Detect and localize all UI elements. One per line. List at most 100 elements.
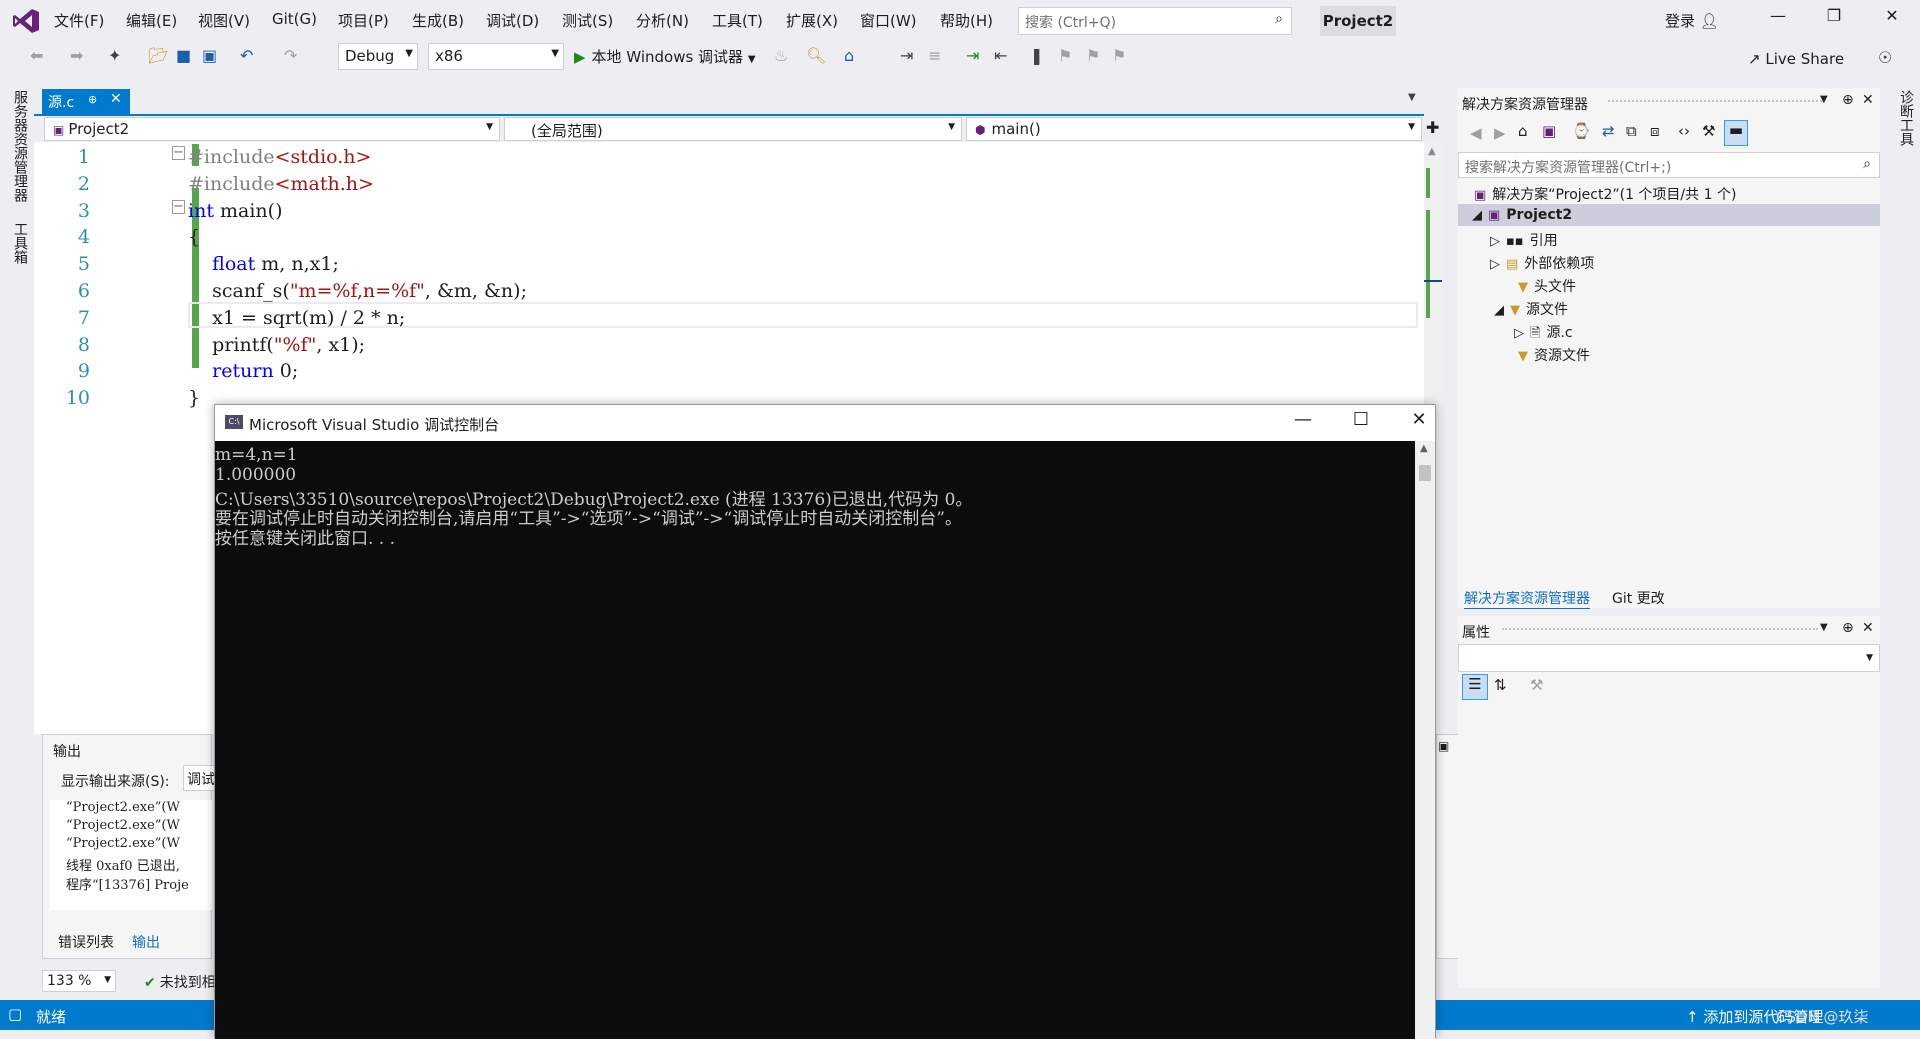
tab-output[interactable]: 输出: [132, 932, 160, 952]
open-folder-icon[interactable]: 📂︎: [148, 46, 168, 65]
home-icon[interactable]: ⌂: [844, 46, 854, 65]
tree-item-source-c[interactable]: ▷ 🗎︎ 源.c: [1514, 322, 1573, 346]
restore-button[interactable]: ❐: [1814, 6, 1854, 25]
feedback-icon[interactable]: ☉: [1878, 48, 1892, 67]
console-output[interactable]: m=4,n=1 1.000000 C:\Users\33510\source\r…: [215, 441, 1415, 1039]
tab-error-list[interactable]: 错误列表: [58, 932, 114, 952]
console-close-button[interactable]: ✕: [1399, 409, 1439, 430]
forward-icon[interactable]: ▶: [1494, 124, 1506, 142]
back-icon[interactable]: ⬅︎: [30, 46, 43, 65]
redo-icon[interactable]: ↷: [284, 46, 297, 65]
tree-item-references[interactable]: ▷ ▪▪ 引用: [1490, 230, 1558, 250]
scroll-up-icon[interactable]: ▲: [1428, 146, 1436, 157]
outdent-icon[interactable]: ⇤: [994, 46, 1007, 65]
save-icon[interactable]: ■: [176, 46, 191, 65]
close-icon[interactable]: ✕: [110, 91, 122, 107]
pin-icon[interactable]: ⊕: [1842, 620, 1854, 636]
menu-view[interactable]: 视图(V): [198, 10, 250, 31]
tree-item-project[interactable]: ◢ ▣ Project2: [1472, 207, 1572, 223]
close-icon[interactable]: ✕: [1862, 620, 1874, 636]
clear-bookmarks-icon[interactable]: ⚑: [1112, 46, 1126, 65]
menu-file[interactable]: 文件(F): [54, 10, 104, 31]
undo-icon[interactable]: ↶: [240, 46, 253, 65]
tab-overflow-icon[interactable]: ▼: [1408, 92, 1416, 103]
close-icon[interactable]: ✕: [1862, 92, 1874, 108]
menu-analyze[interactable]: 分析(N): [636, 10, 689, 31]
back-icon[interactable]: ◀: [1470, 124, 1482, 142]
new-project-icon[interactable]: ✦: [108, 46, 121, 65]
home-icon[interactable]: ⌂: [1518, 122, 1528, 140]
view-code-icon[interactable]: ‹›: [1678, 122, 1690, 140]
tab-solution-explorer[interactable]: 解决方案资源管理器: [1464, 588, 1590, 609]
menu-help[interactable]: 帮助(H): [940, 10, 993, 31]
platform-select[interactable]: x86 ▼: [428, 43, 564, 70]
categorized-icon[interactable]: ☰: [1462, 674, 1488, 700]
tree-item-external-deps[interactable]: ▷ ▤ 外部依赖项: [1490, 253, 1594, 273]
console-scrollbar[interactable]: ▲: [1415, 441, 1435, 1039]
property-pages-icon[interactable]: ⚒: [1530, 676, 1543, 694]
menu-window[interactable]: 窗口(W): [860, 10, 917, 31]
close-button[interactable]: ✕: [1872, 6, 1912, 25]
tree-item-solution[interactable]: ▣ 解决方案“Project2”(1 个项目/共 1 个): [1474, 184, 1736, 204]
start-debugging-button[interactable]: ▶ 本地 Windows 调试器 ▼: [574, 46, 756, 67]
pin-icon[interactable]: ⊕: [1842, 92, 1854, 108]
menu-test[interactable]: 测试(S): [562, 10, 613, 31]
scroll-thumb[interactable]: [1419, 465, 1431, 481]
tab-git-changes[interactable]: Git 更改: [1612, 588, 1665, 608]
compare-icon[interactable]: ≡: [928, 46, 941, 65]
find-in-files-icon[interactable]: 🔍︎: [806, 46, 826, 65]
vs-solution-icon[interactable]: ▣: [1542, 122, 1556, 140]
menu-tools[interactable]: 工具(T): [712, 10, 763, 31]
server-explorer-tab[interactable]: 服务器资源管理器: [10, 90, 30, 202]
search-input[interactable]: 搜索 (Ctrl+Q) ⌕: [1018, 7, 1292, 35]
save-all-icon[interactable]: ▣: [202, 46, 217, 65]
collapse-icon[interactable]: −: [172, 200, 185, 214]
properties-wrench-icon[interactable]: ⚒: [1702, 122, 1715, 140]
output-text-area[interactable]: “Project2.exe”(W “Project2.exe”(W “Proje…: [50, 800, 212, 910]
login-link[interactable]: 登录 👤︎: [1665, 10, 1719, 31]
scroll-up-icon[interactable]: ▲: [1420, 443, 1428, 454]
minimize-button[interactable]: —: [1758, 6, 1798, 25]
issues-indicator[interactable]: ✔ 未找到相: [144, 972, 216, 992]
collapse-all-icon[interactable]: ⧉: [1626, 122, 1637, 140]
tree-item-header-files[interactable]: ▼ 头文件: [1518, 276, 1576, 296]
sync-icon[interactable]: ⇄: [1602, 122, 1615, 140]
collapse-icon[interactable]: −: [172, 146, 185, 160]
menu-build[interactable]: 生成(B): [412, 10, 464, 31]
split-editor-icon[interactable]: ✚: [1426, 118, 1439, 137]
config-select[interactable]: Debug ▼: [338, 43, 418, 70]
console-maximize-button[interactable]: ☐: [1341, 409, 1381, 430]
alphabetical-icon[interactable]: ⇅: [1494, 676, 1507, 694]
toolbox-tab[interactable]: 工具箱: [10, 222, 30, 264]
scope-nav-select[interactable]: (全局范围) ▼: [504, 117, 962, 141]
menu-edit[interactable]: 编辑(E): [126, 10, 177, 31]
diagnostics-tab[interactable]: 诊断工具: [1896, 90, 1916, 146]
live-share-button[interactable]: ↗ Live Share: [1748, 50, 1844, 68]
forward-icon[interactable]: ➡︎: [70, 46, 83, 65]
tab-source-file[interactable]: 源.c ⊕ ✕: [42, 89, 130, 114]
console-titlebar[interactable]: C:\ Microsoft Visual Studio 调试控制台 — ☐ ✕: [215, 405, 1435, 441]
indent-icon[interactable]: ⇥: [966, 46, 979, 65]
member-nav-select[interactable]: ⬢ main() ▼: [966, 117, 1422, 141]
properties-object-select[interactable]: ▼: [1458, 644, 1880, 672]
zoom-select[interactable]: 133 % ▼: [42, 970, 116, 992]
menu-debug[interactable]: 调试(D): [486, 10, 539, 31]
next-bookmark-icon[interactable]: ⚑: [1086, 46, 1100, 65]
tree-item-source-files[interactable]: ◢ ▼ 源文件: [1494, 299, 1568, 319]
history-icon[interactable]: ⌚: [1572, 122, 1591, 140]
chevron-down-icon[interactable]: ▼: [1820, 94, 1828, 105]
prev-bookmark-icon[interactable]: ⚑: [1058, 46, 1072, 65]
tree-item-resource-files[interactable]: ▼ 资源文件: [1518, 345, 1590, 365]
menu-extensions[interactable]: 扩展(X): [786, 10, 838, 31]
bookmark-icon[interactable]: ❚: [1030, 46, 1043, 65]
project-nav-select[interactable]: ▣ Project2 ▼: [44, 117, 500, 141]
menu-project[interactable]: 项目(P): [338, 10, 389, 31]
chevron-down-icon[interactable]: ▼: [1820, 622, 1828, 633]
hot-reload-icon[interactable]: ♨: [774, 46, 788, 65]
show-all-files-icon[interactable]: ⧈: [1650, 122, 1660, 140]
solution-search-input[interactable]: 搜索解决方案资源管理器(Ctrl+;) ⌕: [1458, 152, 1880, 178]
console-minimize-button[interactable]: —: [1283, 409, 1323, 430]
menu-git[interactable]: Git(G): [272, 10, 317, 28]
step-icon[interactable]: ⇥: [900, 46, 913, 65]
preview-icon[interactable]: ▬: [1724, 120, 1748, 146]
